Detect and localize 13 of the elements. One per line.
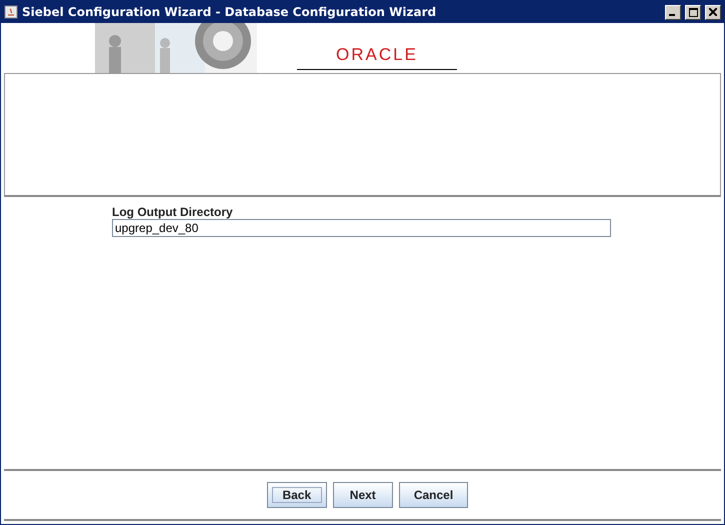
maximize-button[interactable] (685, 4, 701, 20)
app-icon (4, 5, 18, 19)
wizard-button[interactable]: Cancel (398, 482, 468, 508)
close-icon (709, 8, 717, 16)
close-button[interactable] (705, 4, 721, 20)
minimize-button[interactable] (665, 4, 681, 20)
field-label: Log Output Directory (112, 205, 234, 219)
maximize-icon (688, 8, 698, 16)
window-title: Siebel Configuration Wizard - Database Configuration Wizard (22, 5, 438, 19)
logo: ORACLE (297, 45, 457, 70)
wizard-button[interactable]: Next (332, 482, 393, 508)
wizard-button[interactable]: Back (266, 482, 327, 508)
input-field[interactable]: upgrep_dev_80 (112, 219, 611, 237)
